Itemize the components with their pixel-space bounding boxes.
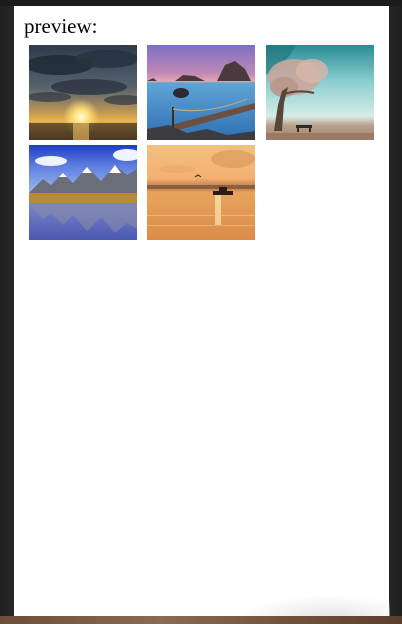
thumbnail-sunset-clouds[interactable]	[29, 45, 137, 140]
desk-glare	[240, 596, 390, 618]
thumbnail-mountain-lake[interactable]	[29, 145, 137, 240]
thumbnail-purple-coast[interactable]	[147, 45, 255, 140]
preview-heading: preview:	[24, 14, 98, 38]
thumbnail-lone-tree[interactable]	[266, 45, 374, 140]
browser-frame: preview:	[0, 0, 402, 624]
sunset-clouds-image	[29, 45, 137, 140]
mountain-lake-image	[29, 145, 137, 240]
golden-boat-image	[147, 145, 255, 240]
thumbnail-golden-boat[interactable]	[147, 145, 255, 240]
desk-edge	[0, 616, 402, 624]
preview-page: preview:	[14, 6, 389, 618]
lone-tree-image	[266, 45, 374, 140]
purple-coast-image	[147, 45, 255, 140]
